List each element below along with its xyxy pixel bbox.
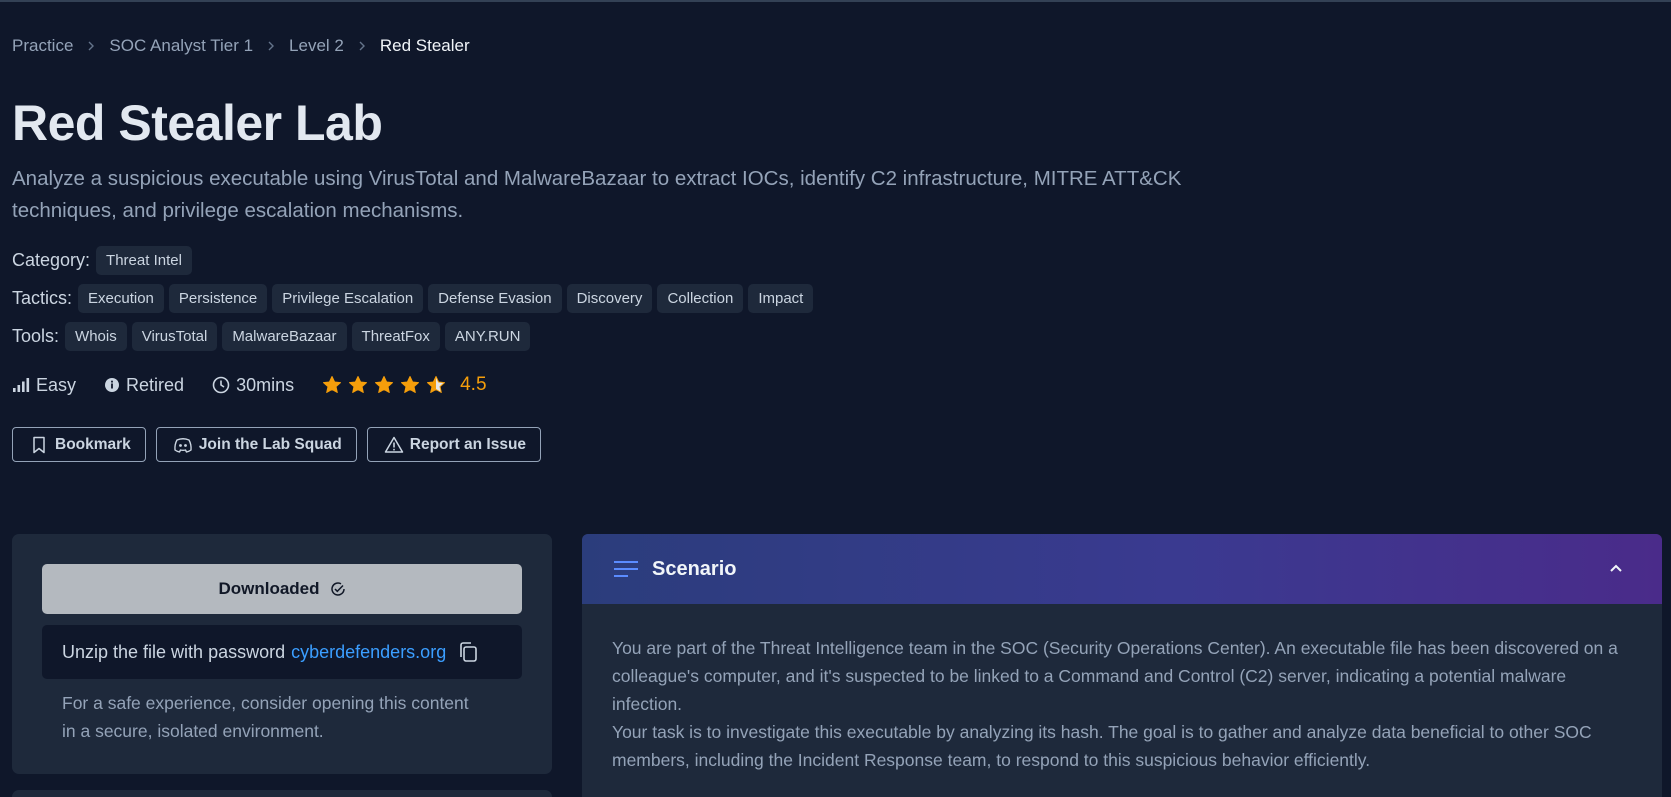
clock-icon xyxy=(212,376,230,394)
category-tag[interactable]: Threat Intel xyxy=(96,246,192,275)
tactic-tag[interactable]: Persistence xyxy=(168,284,268,313)
breadcrumb: Practice SOC Analyst Tier 1 Level 2 Red … xyxy=(12,36,470,56)
star-icon xyxy=(401,376,420,393)
breadcrumb-practice[interactable]: Practice xyxy=(12,36,73,56)
download-panel: Downloaded Unzip the file with password … xyxy=(12,534,552,774)
scenario-paragraph: Your task is to investigate this executa… xyxy=(612,722,1592,770)
star-icon xyxy=(427,376,446,393)
rating-stars xyxy=(322,375,452,395)
tools-label: Tools: xyxy=(12,326,60,346)
tool-tag[interactable]: VirusTotal xyxy=(131,322,218,351)
difficulty-label: Easy xyxy=(36,374,77,395)
chevron-right-icon xyxy=(265,40,277,52)
duration-label: 30mins xyxy=(236,374,295,395)
warning-icon xyxy=(384,436,404,453)
difficulty: Easy xyxy=(12,375,76,396)
action-buttons: Bookmark Join the Lab Squad Report an Is… xyxy=(12,427,551,462)
next-panel-edge xyxy=(12,790,552,797)
discord-icon xyxy=(174,437,192,453)
check-circle-icon xyxy=(330,582,345,596)
tactics-row: Tactics: Execution Persistence Privilege… xyxy=(12,284,818,313)
join-lab-squad-button[interactable]: Join the Lab Squad xyxy=(155,427,357,462)
breadcrumb-current: Red Stealer xyxy=(379,36,470,55)
star-icon xyxy=(323,376,342,393)
breadcrumb-level[interactable]: Level 2 xyxy=(289,36,344,56)
lab-description: Analyze a suspicious executable using Vi… xyxy=(12,167,1182,222)
tactic-tag[interactable]: Execution xyxy=(78,284,164,313)
tactics-label: Tactics: xyxy=(12,288,73,308)
lab-meta: Easy Retired 30mins 4.5 xyxy=(12,374,515,396)
signal-bars-icon xyxy=(13,378,30,392)
top-border xyxy=(0,0,1671,2)
tool-tag[interactable]: Whois xyxy=(65,322,127,351)
scenario-section: Scenario You are part of the Threat Inte… xyxy=(582,534,1662,797)
tactic-tag[interactable]: Defense Evasion xyxy=(428,284,562,313)
category-label: Category: xyxy=(12,250,91,270)
tools-row: Tools: Whois VirusTotal MalwareBazaar Th… xyxy=(12,322,535,351)
tactic-tag[interactable]: Privilege Escalation xyxy=(272,284,424,313)
report-issue-button[interactable]: Report an Issue xyxy=(366,427,542,462)
status-label: Retired xyxy=(126,374,185,395)
chevron-right-icon xyxy=(356,40,368,52)
downloaded-button[interactable]: Downloaded xyxy=(42,564,522,614)
breadcrumb-soc-analyst[interactable]: SOC Analyst Tier 1 xyxy=(109,36,253,56)
tool-tag[interactable]: ANY.RUN xyxy=(444,322,531,351)
tool-tag[interactable]: ThreatFox xyxy=(351,322,440,351)
scenario-header[interactable]: Scenario xyxy=(582,534,1662,604)
bookmark-label: Bookmark xyxy=(55,435,131,453)
duration: 30mins xyxy=(212,375,294,396)
category-row: Category: Threat Intel xyxy=(12,246,197,275)
scenario-body: You are part of the Threat Intelligence … xyxy=(612,634,1632,774)
bookmark-icon xyxy=(33,436,45,453)
scenario-paragraph: You are part of the Threat Intelligence … xyxy=(612,638,1618,714)
password-text: Unzip the file with password xyxy=(62,641,286,662)
copy-icon[interactable] xyxy=(456,640,480,664)
safe-note: For a safe experience, consider opening … xyxy=(62,693,469,741)
tactic-tag[interactable]: Impact xyxy=(748,284,814,313)
page-title: Red Stealer Lab xyxy=(12,95,383,151)
status: Retired xyxy=(104,375,184,396)
tool-tag[interactable]: MalwareBazaar xyxy=(222,322,347,351)
text-lines-icon xyxy=(614,559,638,579)
chevron-right-icon xyxy=(85,40,97,52)
tactic-tag[interactable]: Discovery xyxy=(566,284,653,313)
join-label: Join the Lab Squad xyxy=(198,435,342,453)
info-icon xyxy=(105,378,120,392)
tactic-tag[interactable]: Collection xyxy=(657,284,744,313)
password-box: Unzip the file with password cyberdefend… xyxy=(42,625,522,679)
bookmark-button[interactable]: Bookmark xyxy=(12,427,146,462)
star-icon xyxy=(375,376,394,393)
chevron-up-icon[interactable] xyxy=(1606,558,1626,583)
scenario-title: Scenario xyxy=(652,557,737,580)
rating: 4.5 xyxy=(322,374,487,396)
password-value[interactable]: cyberdefenders.org xyxy=(291,642,446,663)
star-icon xyxy=(349,376,368,393)
report-label: Report an Issue xyxy=(409,435,527,453)
downloaded-label: Downloaded xyxy=(218,579,320,598)
rating-value: 4.5 xyxy=(460,374,487,395)
